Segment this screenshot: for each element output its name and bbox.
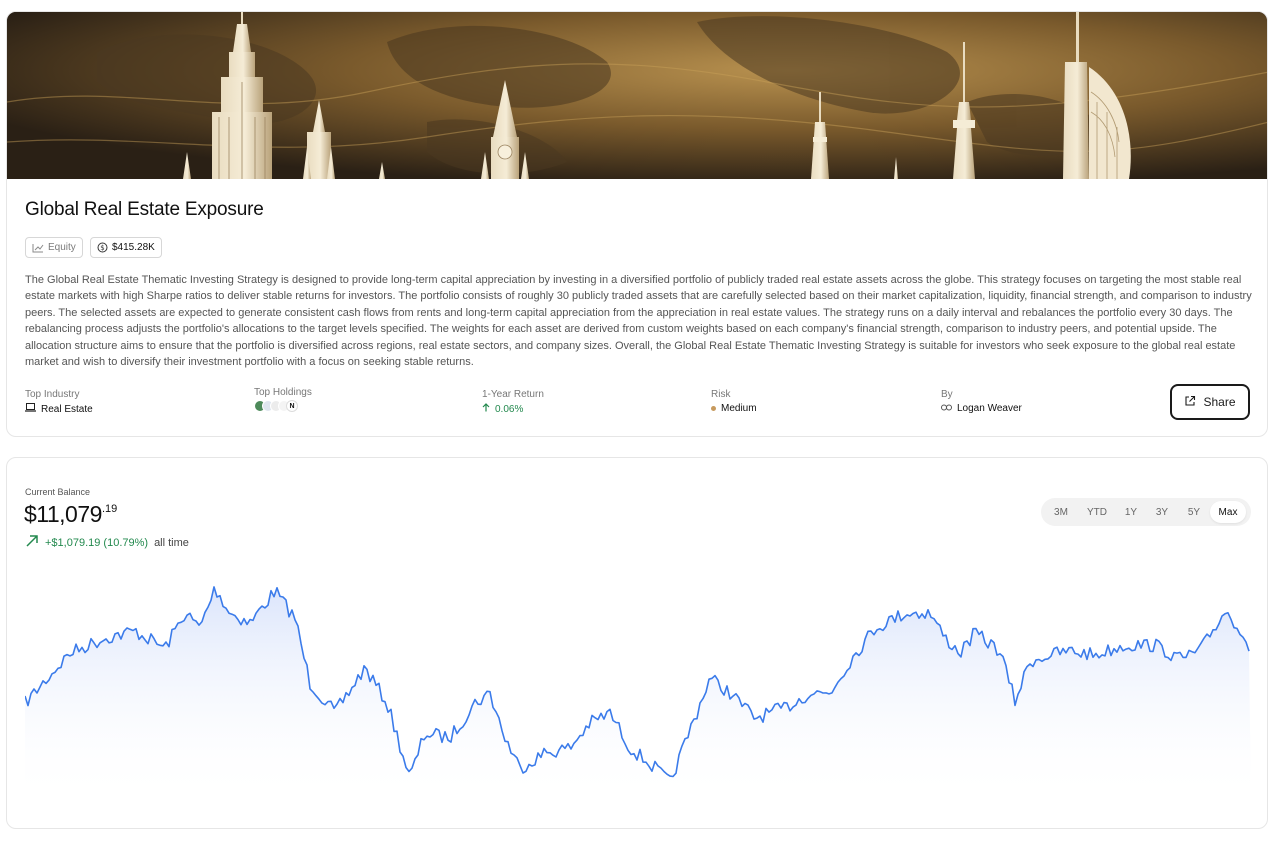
one-year-return-label: 1-Year Return [482, 389, 544, 400]
top-industry-value: Real Estate [41, 403, 93, 415]
risk-value: Medium [721, 403, 757, 414]
time-range-selector: 3M YTD 1Y 3Y 5Y Max [1041, 498, 1251, 526]
one-year-return-stat: 1-Year Return 0.06% [482, 389, 544, 415]
performance-card: Current Balance $11,079.19 +$1,079.19 (1… [6, 457, 1268, 829]
balance-cents: .19 [101, 503, 118, 515]
author-name[interactable]: Logan Weaver [957, 403, 1022, 414]
top-industry-stat: Top Industry Real Estate [25, 389, 93, 415]
one-year-return-value: 0.06% [495, 403, 524, 415]
range-5y[interactable]: 5Y [1178, 501, 1210, 523]
current-balance-label: Current Balance [25, 487, 91, 497]
aum-badge: $ $415.28K [90, 237, 162, 258]
range-3y[interactable]: 3Y [1146, 501, 1178, 523]
strategy-title: Global Real Estate Exposure [25, 199, 264, 220]
trend-up-arrow-icon [25, 534, 39, 551]
chart-area-fill [25, 586, 1251, 803]
author-stat: By Logan Weaver [941, 389, 1022, 414]
share-button[interactable]: Share [1170, 384, 1250, 420]
top-industry-label: Top Industry [25, 389, 80, 400]
trend-chart-icon [32, 243, 44, 253]
asset-class-badge: Equity [25, 237, 83, 258]
external-link-icon [1184, 395, 1196, 410]
balance-change: +$1,079.19 (10.79%) all time [25, 534, 189, 551]
aum-value: $415.28K [112, 242, 155, 253]
risk-dot-icon [711, 406, 716, 411]
laptop-icon [25, 403, 36, 415]
range-3m[interactable]: 3M [1044, 501, 1078, 523]
current-balance-value: $11,079.19 [24, 501, 117, 528]
range-max[interactable]: Max [1210, 501, 1246, 523]
link-icon [941, 403, 952, 414]
author-label: By [941, 389, 953, 400]
share-label: Share [1203, 395, 1236, 409]
top-holdings-logos: N [254, 400, 312, 412]
coin-icon: $ [97, 242, 108, 253]
strategy-card: Global Real Estate Exposure Equity $ $41… [6, 11, 1268, 437]
balance-change-period: all time [154, 536, 189, 549]
balance-change-value: +$1,079.19 (10.79%) [45, 536, 149, 549]
range-ytd[interactable]: YTD [1078, 501, 1116, 523]
balance-whole: $11,079 [24, 501, 102, 527]
asset-class-label: Equity [48, 242, 76, 253]
arrow-up-icon [482, 403, 490, 415]
risk-stat: Risk Medium [711, 389, 757, 414]
holding-logo-icon[interactable]: N [286, 400, 298, 412]
banner-image [7, 12, 1267, 179]
balance-line-chart[interactable] [25, 573, 1251, 803]
risk-label: Risk [711, 389, 731, 400]
top-holdings-stat: Top Holdings N [254, 387, 312, 412]
range-1y[interactable]: 1Y [1116, 501, 1146, 523]
svg-text:$: $ [100, 244, 104, 252]
top-holdings-label: Top Holdings [254, 387, 312, 398]
strategy-description: The Global Real Estate Thematic Investin… [25, 274, 1252, 369]
